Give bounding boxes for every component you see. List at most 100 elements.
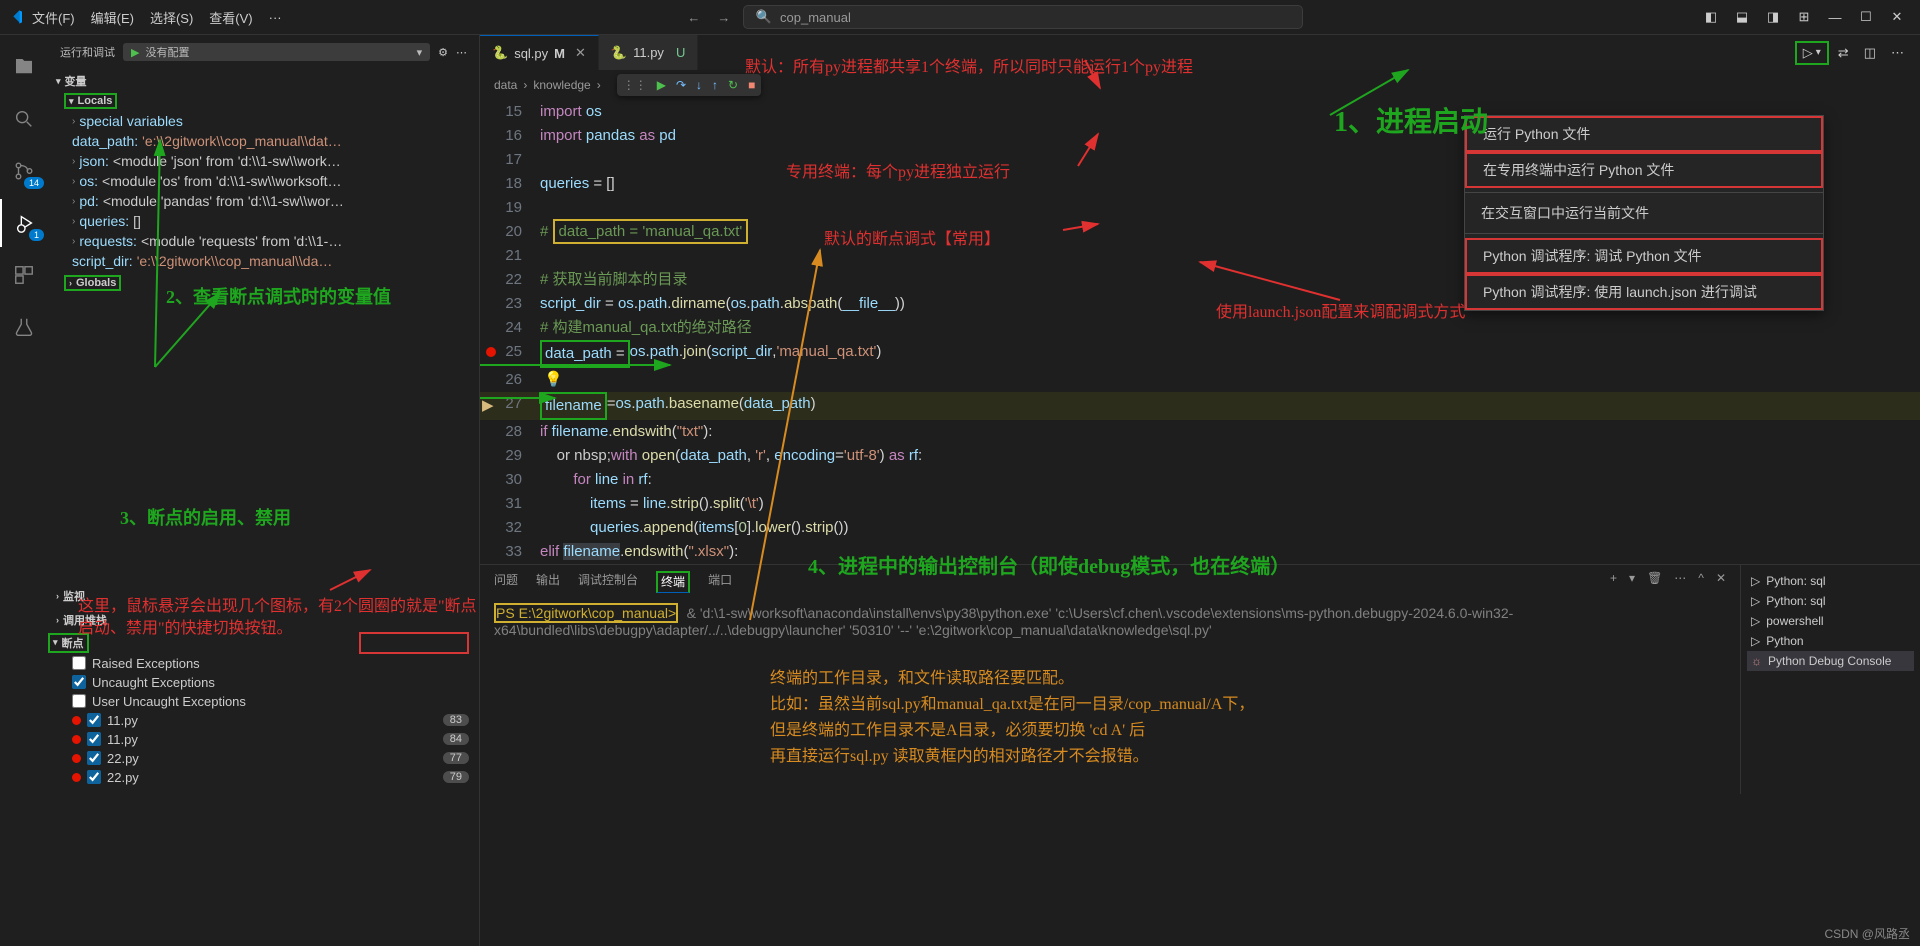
lightbulb-icon[interactable]: 💡 [544, 368, 563, 392]
breadcrumb[interactable]: data › knowledge › ⋮⋮ ▶ ↷ ↓ ↑ ↻ ■ [480, 70, 1920, 100]
terminal-panel: 问题 输出 调试控制台 终端 端口 + ▾ 🗑 ⋯ ^ ✕ PS E:\2 [480, 564, 1920, 794]
bp-file[interactable]: 22.py79 [48, 768, 479, 787]
section-locals[interactable]: ▾Locals [64, 93, 117, 109]
bp-file[interactable]: 11.py83 [48, 711, 479, 730]
run-menu-launch[interactable]: Python 调试程序: 使用 launch.json 进行调试 [1465, 274, 1823, 310]
title-bar: 文件(F) 编辑(E) 选择(S) 查看(V) ··· ← → 🔍 cop_ma… [0, 0, 1920, 35]
debug-icon[interactable]: 1 [0, 199, 48, 247]
close-tab-icon[interactable]: ✕ [575, 45, 586, 61]
tab-problems[interactable]: 问题 [494, 571, 518, 593]
bp-file[interactable]: 11.py84 [48, 730, 479, 749]
split-icon[interactable]: ◫ [1858, 45, 1882, 61]
var-row[interactable]: ›json: <module 'json' from 'd:\\1-sw\\wo… [72, 151, 479, 171]
layout-right-icon[interactable]: ◨ [1758, 2, 1788, 32]
terminal-body[interactable]: PS E:\2gitwork\cop_manual> & 'd:\1-sw\wo… [480, 599, 1740, 794]
tab-sql[interactable]: 🐍sql.pyM✕ [480, 35, 599, 70]
current-line-icon: ▶ [482, 394, 494, 418]
var-row[interactable]: ›queries: [] [72, 211, 479, 231]
var-row[interactable]: data_path: 'e:\\2gitwork\\cop_manual\\da… [72, 131, 479, 151]
term-item[interactable]: ☼Python Debug Console [1747, 651, 1914, 671]
var-row[interactable]: ›pd: <module 'pandas' from 'd:\\1-sw\\wo… [72, 191, 479, 211]
tab-debug-console[interactable]: 调试控制台 [578, 571, 638, 593]
bp-file[interactable]: 22.py77 [48, 749, 479, 768]
close-icon[interactable]: ✕ [1882, 2, 1912, 32]
section-globals[interactable]: ›Globals [64, 275, 121, 291]
debug-badge: 1 [29, 229, 44, 241]
term-item[interactable]: ▷Python: sql [1747, 571, 1914, 591]
menu-select[interactable]: 选择(S) [142, 4, 201, 31]
menu-more[interactable]: ··· [261, 6, 290, 29]
new-terminal-icon[interactable]: + [1610, 571, 1617, 593]
tab-output[interactable]: 输出 [536, 571, 560, 593]
search-icon[interactable] [0, 95, 48, 143]
scm-icon[interactable]: 14 [0, 147, 48, 195]
terminal-tabs: 问题 输出 调试控制台 终端 端口 + ▾ 🗑 ⋯ ^ ✕ [480, 565, 1740, 599]
nav-forward[interactable]: → [713, 10, 735, 25]
nav-back[interactable]: ← [683, 10, 705, 25]
step-over-icon[interactable]: ↷ [676, 78, 686, 92]
bp-uncaught[interactable]: Uncaught Exceptions [48, 673, 479, 692]
play-icon: ▶ [131, 46, 139, 59]
restart-icon[interactable]: ↻ [728, 78, 738, 92]
tab-ports[interactable]: 端口 [708, 571, 732, 593]
layout-left-icon[interactable]: ◧ [1696, 2, 1726, 32]
menu-edit[interactable]: 编辑(E) [83, 4, 142, 31]
command-center[interactable]: 🔍 cop_manual [743, 5, 1303, 29]
launch-config[interactable]: ▶ 没有配置 ▾ [123, 43, 430, 61]
run-menu-run[interactable]: 运行 Python 文件 [1465, 116, 1823, 152]
watermark: CSDN @风路丞 [1824, 925, 1910, 942]
var-row[interactable]: script_dir: 'e:\\2gitwork\\cop_manual\\d… [72, 251, 479, 271]
extensions-icon[interactable] [0, 251, 48, 299]
more-icon[interactable]: ⋯ [1674, 571, 1686, 593]
editor-area: 🐍sql.pyM✕ 🐍11.pyU ▷▾ ⇄ ◫ ⋯ data › knowle… [480, 35, 1920, 946]
term-item[interactable]: ▷powershell [1747, 611, 1914, 631]
gear-icon[interactable]: ⚙ [438, 46, 448, 59]
var-row[interactable]: ›requests: <module 'requests' from 'd:\\… [72, 231, 479, 251]
more-icon[interactable]: ⋯ [1885, 45, 1910, 61]
run-menu-interactive[interactable]: 在交互窗口中运行当前文件 [1465, 197, 1823, 229]
sidebar-title: 运行和调试 [60, 44, 115, 60]
python-icon: 🐍 [611, 45, 627, 61]
term-item[interactable]: ▷Python: sql [1747, 591, 1914, 611]
section-watch[interactable]: ›监视 [48, 584, 479, 608]
more-icon[interactable]: ⋯ [456, 46, 467, 59]
run-menu-debug[interactable]: Python 调试程序: 调试 Python 文件 [1465, 238, 1823, 274]
bp-user[interactable]: User Uncaught Exceptions [48, 692, 479, 711]
minimize-icon[interactable]: — [1820, 2, 1850, 32]
debug-toolbar: ⋮⋮ ▶ ↷ ↓ ↑ ↻ ■ [617, 74, 762, 96]
section-breakpoints[interactable]: ▾断点 [48, 633, 89, 653]
run-button[interactable]: ▷▾ [1795, 41, 1829, 65]
layout-bottom-icon[interactable]: ⬓ [1727, 2, 1757, 32]
layout-custom-icon[interactable]: ⊞ [1789, 2, 1819, 32]
term-item[interactable]: ▷Python [1747, 631, 1914, 651]
var-row[interactable]: ›os: <module 'os' from 'd:\\1-sw\\workso… [72, 171, 479, 191]
run-menu-dedicated[interactable]: 在专用终端中运行 Python 文件 [1465, 152, 1823, 188]
tab-11[interactable]: 🐍11.pyU [599, 35, 698, 70]
step-into-icon[interactable]: ↓ [696, 78, 702, 92]
section-callstack[interactable]: ›调用堆栈 [48, 608, 479, 632]
locals-content: ›special variables data_path: 'e:\\2gitw… [48, 109, 479, 273]
stop-icon[interactable]: ■ [748, 78, 755, 92]
editor-tabs: 🐍sql.pyM✕ 🐍11.pyU ▷▾ ⇄ ◫ ⋯ [480, 35, 1920, 70]
step-out-icon[interactable]: ↑ [712, 78, 718, 92]
menu-file[interactable]: 文件(F) [24, 4, 83, 31]
var-special[interactable]: ›special variables [72, 111, 479, 131]
continue-icon[interactable]: ▶ [657, 78, 666, 92]
compare-icon[interactable]: ⇄ [1832, 45, 1855, 61]
explorer-icon[interactable] [0, 43, 48, 91]
bp-raised[interactable]: Raised Exceptions [48, 654, 479, 673]
drag-handle-icon[interactable]: ⋮⋮ [623, 78, 647, 92]
debug-icon: ☼ [1751, 654, 1762, 668]
sidebar: 运行和调试 ▶ 没有配置 ▾ ⚙ ⋯ ▾变量 ▾Locals ›special … [48, 35, 480, 946]
terminal-icon: ▷ [1751, 634, 1760, 648]
section-variables[interactable]: ▾变量 [48, 69, 479, 93]
testing-icon[interactable] [0, 303, 48, 351]
chevron-down-icon[interactable]: ▾ [1629, 571, 1635, 593]
terminal-list: ▷Python: sql ▷Python: sql ▷powershell ▷P… [1740, 565, 1920, 794]
menu-view[interactable]: 查看(V) [201, 4, 260, 31]
trash-icon[interactable]: 🗑 [1647, 571, 1662, 593]
close-panel-icon[interactable]: ✕ [1716, 571, 1726, 593]
maximize-icon[interactable]: ☐ [1851, 2, 1881, 32]
tab-terminal[interactable]: 终端 [656, 571, 690, 593]
maximize-panel-icon[interactable]: ^ [1698, 571, 1704, 593]
